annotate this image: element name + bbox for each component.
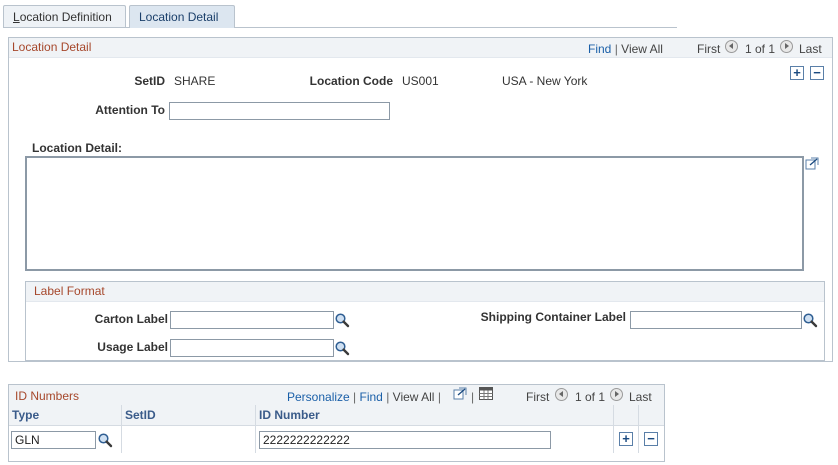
location-code-label: Location Code [309, 74, 393, 88]
delete-row-button[interactable]: − [644, 432, 658, 446]
table-row-cell-id-number [256, 425, 614, 453]
carton-label-label: Carton Label [94, 312, 168, 326]
setid-value: SHARE [174, 74, 216, 88]
usage-label-input[interactable] [170, 339, 334, 357]
table-row-cell-add: + [614, 425, 639, 453]
location-detail-textarea[interactable] [25, 156, 804, 271]
next-row-icon[interactable] [610, 388, 623, 401]
download-grid-icon[interactable] [479, 387, 493, 400]
row-range: 1 of 1 [575, 390, 606, 404]
nav-separator: | [353, 390, 357, 404]
location-detail-text-label: Location Detail: [32, 141, 123, 155]
location-nav: Find | View All [588, 42, 663, 56]
shipping-container-label-label: Shipping Container Label [480, 310, 626, 324]
magnifier-icon[interactable] [802, 312, 818, 328]
magnifier-icon[interactable] [334, 340, 350, 356]
add-row-button[interactable]: + [790, 66, 804, 80]
previous-row-icon[interactable] [725, 40, 738, 53]
location-description: USA - New York [502, 74, 588, 88]
label-format-header: Label Format [26, 282, 824, 302]
column-header-add [614, 405, 639, 425]
find-link[interactable]: Find [588, 42, 611, 56]
attention-to-label: Attention To [95, 103, 165, 117]
magnifier-icon[interactable] [97, 432, 113, 448]
column-header-id-number[interactable]: ID Number [256, 405, 614, 425]
column-header-id-number-label: ID Number [259, 408, 320, 422]
column-header-type-label: Type [12, 408, 40, 422]
column-header-type[interactable]: Type [9, 405, 122, 425]
tab-location-detail[interactable]: Location Detail [129, 5, 235, 28]
id-numbers-header: ID Numbers Personalize | Find | View All… [9, 385, 664, 406]
find-link[interactable]: Find [360, 390, 383, 404]
id-numbers-grid: ID Numbers Personalize | Find | View All… [8, 384, 665, 462]
next-row-icon[interactable] [780, 40, 793, 53]
location-detail-header: Location Detail Find | View All First 1 … [9, 38, 832, 58]
nav-separator: | [437, 390, 441, 404]
last-label: Last [799, 42, 822, 56]
magnifier-icon[interactable] [334, 312, 350, 328]
type-input[interactable] [11, 431, 96, 449]
table-row-cell-setid [122, 425, 256, 453]
nav-separator: | [614, 42, 618, 56]
zoom-grid-icon[interactable] [453, 387, 467, 400]
nav-separator: | [471, 390, 475, 404]
previous-row-icon[interactable] [555, 388, 568, 401]
nav-separator: | [386, 390, 390, 404]
tab-location-definition[interactable]: Location Definition [3, 5, 126, 27]
view-all-link[interactable]: View All [393, 390, 435, 404]
shipping-container-label-input[interactable] [630, 311, 802, 329]
setid-label: SetID [134, 74, 165, 88]
location-detail-group: Location Detail Find | View All First 1 … [8, 37, 833, 362]
label-format-group: Label Format Carton Label Usage Label Sh… [25, 281, 825, 361]
row-range: 1 of 1 [745, 42, 776, 56]
usage-label-label: Usage Label [97, 340, 168, 354]
view-all-link[interactable]: View All [621, 42, 663, 56]
column-header-delete [639, 405, 664, 425]
add-row-button[interactable]: + [619, 432, 633, 446]
first-label: First [526, 390, 550, 404]
carton-label-input[interactable] [170, 311, 334, 329]
tab-label-rest: ocation Definition [19, 10, 112, 24]
tab-label-accesskey: L [13, 10, 20, 24]
location-detail-title: Location Detail [12, 40, 92, 54]
id-numbers-title: ID Numbers [15, 389, 80, 403]
personalize-link[interactable]: Personalize [287, 390, 350, 404]
expand-textarea-icon[interactable] [805, 157, 819, 170]
column-header-setid-label: SetID [125, 408, 156, 422]
last-label: Last [629, 390, 652, 404]
column-header-setid[interactable]: SetID [122, 405, 256, 425]
table-row-cell-delete: − [639, 425, 664, 453]
id-number-input[interactable] [259, 431, 551, 449]
tab-label: Location Detail [139, 10, 219, 24]
delete-row-button[interactable]: − [810, 66, 824, 80]
first-label: First [697, 42, 721, 56]
location-code-value: US001 [402, 74, 439, 88]
label-format-title: Label Format [34, 284, 105, 298]
attention-to-input[interactable] [169, 102, 390, 120]
table-row-cell-type [9, 425, 122, 453]
id-numbers-nav: Personalize | Find | View All | [287, 390, 441, 404]
